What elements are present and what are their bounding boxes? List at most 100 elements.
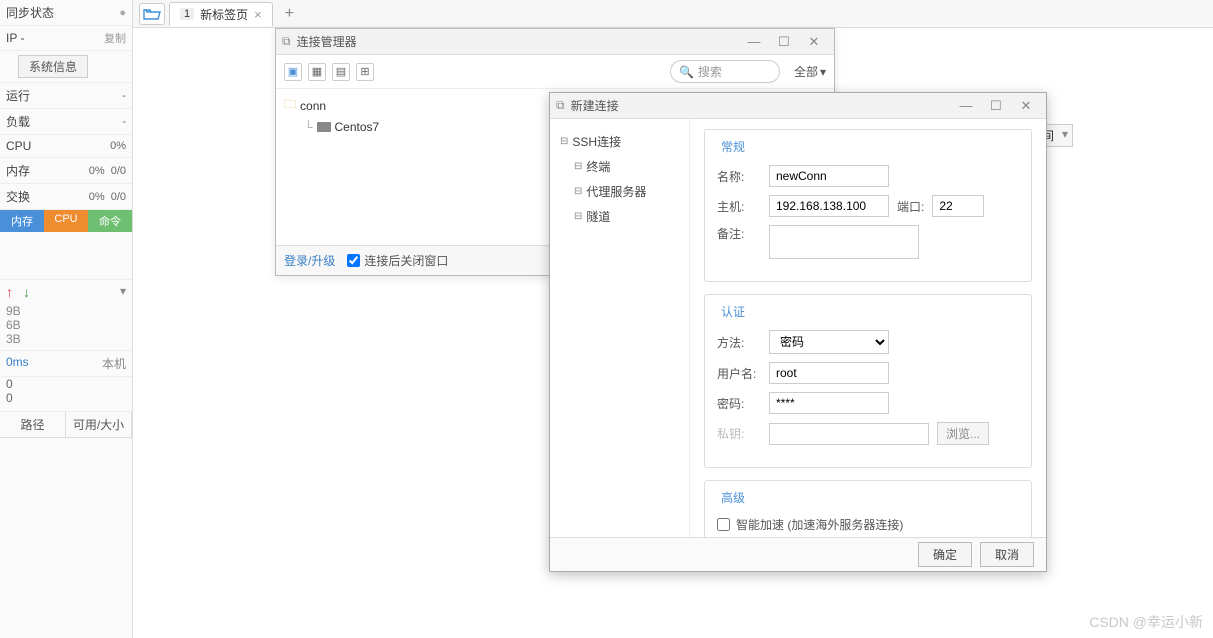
window-icon: ⧉ — [282, 34, 291, 49]
sync-status-row: 同步状态 ● — [0, 0, 132, 26]
close-after-connect-checkbox[interactable]: 连接后关闭窗口 — [347, 252, 448, 269]
add-tab-button[interactable]: + — [277, 5, 302, 23]
load-label: 负载 — [6, 113, 122, 130]
chevron-down-icon: ▾ — [820, 65, 826, 79]
port-input[interactable] — [932, 195, 984, 217]
sync-status-label: 同步状态 — [6, 4, 119, 21]
tab-cmd[interactable]: 命令 — [88, 210, 132, 232]
minimize-button[interactable]: — — [952, 96, 980, 116]
side-proxy[interactable]: ⊟代理服务器 — [558, 179, 681, 204]
list-view-icon[interactable]: ▤ — [332, 63, 350, 81]
window-icon: ⧉ — [556, 98, 565, 113]
password-input[interactable] — [769, 392, 889, 414]
note-input[interactable] — [769, 225, 919, 259]
new-conn-form: 常规 名称: 主机: 端口: 备注: — [690, 119, 1046, 537]
side-ssh[interactable]: ⊟SSH连接 — [558, 129, 681, 154]
swap-label: 交换 — [6, 188, 89, 205]
load-val: - — [122, 116, 126, 128]
side-terminal[interactable]: ⊟终端 — [558, 154, 681, 179]
latency-ms: 0ms — [6, 355, 29, 372]
cpu-val: 0% — [110, 140, 126, 152]
mem-label: 内存 — [6, 162, 89, 179]
smart-accel-input[interactable] — [717, 518, 730, 531]
swap-val: 0% — [89, 191, 105, 203]
name-input[interactable] — [769, 165, 889, 187]
arrow-down-icon: ↓ — [23, 284, 30, 300]
new-conn-sidebar: ⊟SSH连接 ⊟终端 ⊟代理服务器 ⊟隧道 — [550, 119, 690, 537]
side-tunnel[interactable]: ⊟隧道 — [558, 204, 681, 229]
tab-new[interactable]: 1 新标签页 × — [169, 2, 273, 26]
mem-val: 0% — [89, 165, 105, 177]
conn-mgr-toolbar: ▣ ▦ ▤ ⊞ 🔍 搜索 全部 ▾ — [276, 55, 834, 89]
method-select[interactable]: 密码 — [769, 330, 889, 354]
latency-v0b: 0 — [6, 391, 126, 405]
port-label: 端口: — [897, 198, 924, 215]
left-sidebar: 同步状态 ● IP - 复制 系统信息 运行- 负载- CPU0% 内存0%0/… — [0, 0, 133, 638]
tab-available[interactable]: 可用/大小 — [66, 412, 132, 437]
ip-label: IP — [6, 31, 17, 45]
run-val: - — [122, 90, 126, 102]
mini-chart — [0, 232, 132, 280]
conn-mgr-titlebar[interactable]: ⧉ 连接管理器 — ☐ ✕ — [276, 29, 834, 55]
watermark: CSDN @幸运小新 — [1089, 612, 1203, 632]
legend-general: 常规 — [717, 138, 749, 155]
sysinfo-button[interactable]: 系统信息 — [18, 55, 88, 78]
arrow-row: ↑ ↓ ▾ — [0, 280, 132, 304]
close-after-connect-input[interactable] — [347, 254, 360, 267]
close-button[interactable]: ✕ — [1012, 96, 1040, 116]
user-input[interactable] — [769, 362, 889, 384]
folder-open-icon — [143, 7, 161, 21]
tab-label: 新标签页 — [200, 6, 248, 23]
mem-val2: 0/0 — [111, 165, 126, 177]
smart-accel-checkbox[interactable]: 智能加速 (加速海外服务器连接) — [717, 516, 1019, 534]
new-conn-icon[interactable]: ▣ — [284, 63, 302, 81]
tab-cpu[interactable]: CPU — [44, 210, 88, 232]
tab-close-icon[interactable]: × — [254, 7, 262, 22]
privatekey-input — [769, 423, 929, 445]
latency-row: 0ms 本机 — [0, 351, 132, 377]
search-placeholder: 搜索 — [698, 63, 722, 80]
password-label: 密码: — [717, 395, 761, 412]
new-conn-title: 新建连接 — [571, 97, 952, 114]
privatekey-label: 私钥: — [717, 425, 761, 442]
new-conn-titlebar[interactable]: ⧉ 新建连接 — ☐ ✕ — [550, 93, 1046, 119]
name-label: 名称: — [717, 168, 761, 185]
close-button[interactable]: ✕ — [800, 32, 828, 52]
copy-link[interactable]: 复制 — [104, 30, 126, 46]
grid-view-icon[interactable]: ⊞ — [356, 63, 374, 81]
maximize-button[interactable]: ☐ — [982, 96, 1010, 116]
method-label: 方法: — [717, 334, 761, 351]
tab-mem[interactable]: 内存 — [0, 210, 44, 232]
cancel-button[interactable]: 取消 — [980, 542, 1034, 567]
legend-auth: 认证 — [717, 303, 749, 320]
smart-accel-label: 智能加速 (加速海外服务器连接) — [736, 516, 903, 534]
user-label: 用户名: — [717, 365, 761, 382]
latency-v0a: 0 — [6, 377, 126, 391]
ok-button[interactable]: 确定 — [918, 542, 972, 567]
search-icon: 🔍 — [679, 65, 694, 79]
ip-row: IP - 复制 — [0, 26, 132, 51]
filter-dropdown[interactable]: 全部 ▾ — [794, 63, 826, 80]
browse-button: 浏览... — [937, 422, 989, 445]
host-icon — [317, 122, 331, 132]
ytick-9b: 9B — [6, 304, 126, 318]
new-folder-icon[interactable]: ▦ — [308, 63, 326, 81]
filter-label: 全部 — [794, 63, 818, 80]
tab-path[interactable]: 路径 — [0, 412, 66, 437]
latency-host: 本机 — [102, 355, 126, 372]
host-label: 主机: — [717, 198, 761, 215]
open-folder-button[interactable] — [139, 3, 165, 25]
minimize-button[interactable]: — — [740, 32, 768, 52]
ip-value: - — [20, 31, 24, 45]
swap-val2: 0/0 — [111, 191, 126, 203]
host-input[interactable] — [769, 195, 889, 217]
mini-tabs: 内存 CPU 命令 — [0, 210, 132, 232]
search-input[interactable]: 🔍 搜索 — [670, 60, 780, 83]
legend-advanced: 高级 — [717, 489, 749, 506]
new-conn-footer: 确定 取消 — [550, 537, 1046, 571]
ytick-3b: 3B — [6, 332, 126, 346]
new-connection-dialog: ⧉ 新建连接 — ☐ ✕ ⊟SSH连接 ⊟终端 ⊟代理服务器 ⊟隧道 常规 名称… — [549, 92, 1047, 572]
maximize-button[interactable]: ☐ — [770, 32, 798, 52]
login-upgrade-link[interactable]: 登录/升级 — [284, 252, 335, 269]
main-area: 1 新标签页 × + 排序 访问时间 ⧉ 连接管理器 — ☐ ✕ ▣ ▦ ▤ ⊞ — [133, 0, 1213, 638]
